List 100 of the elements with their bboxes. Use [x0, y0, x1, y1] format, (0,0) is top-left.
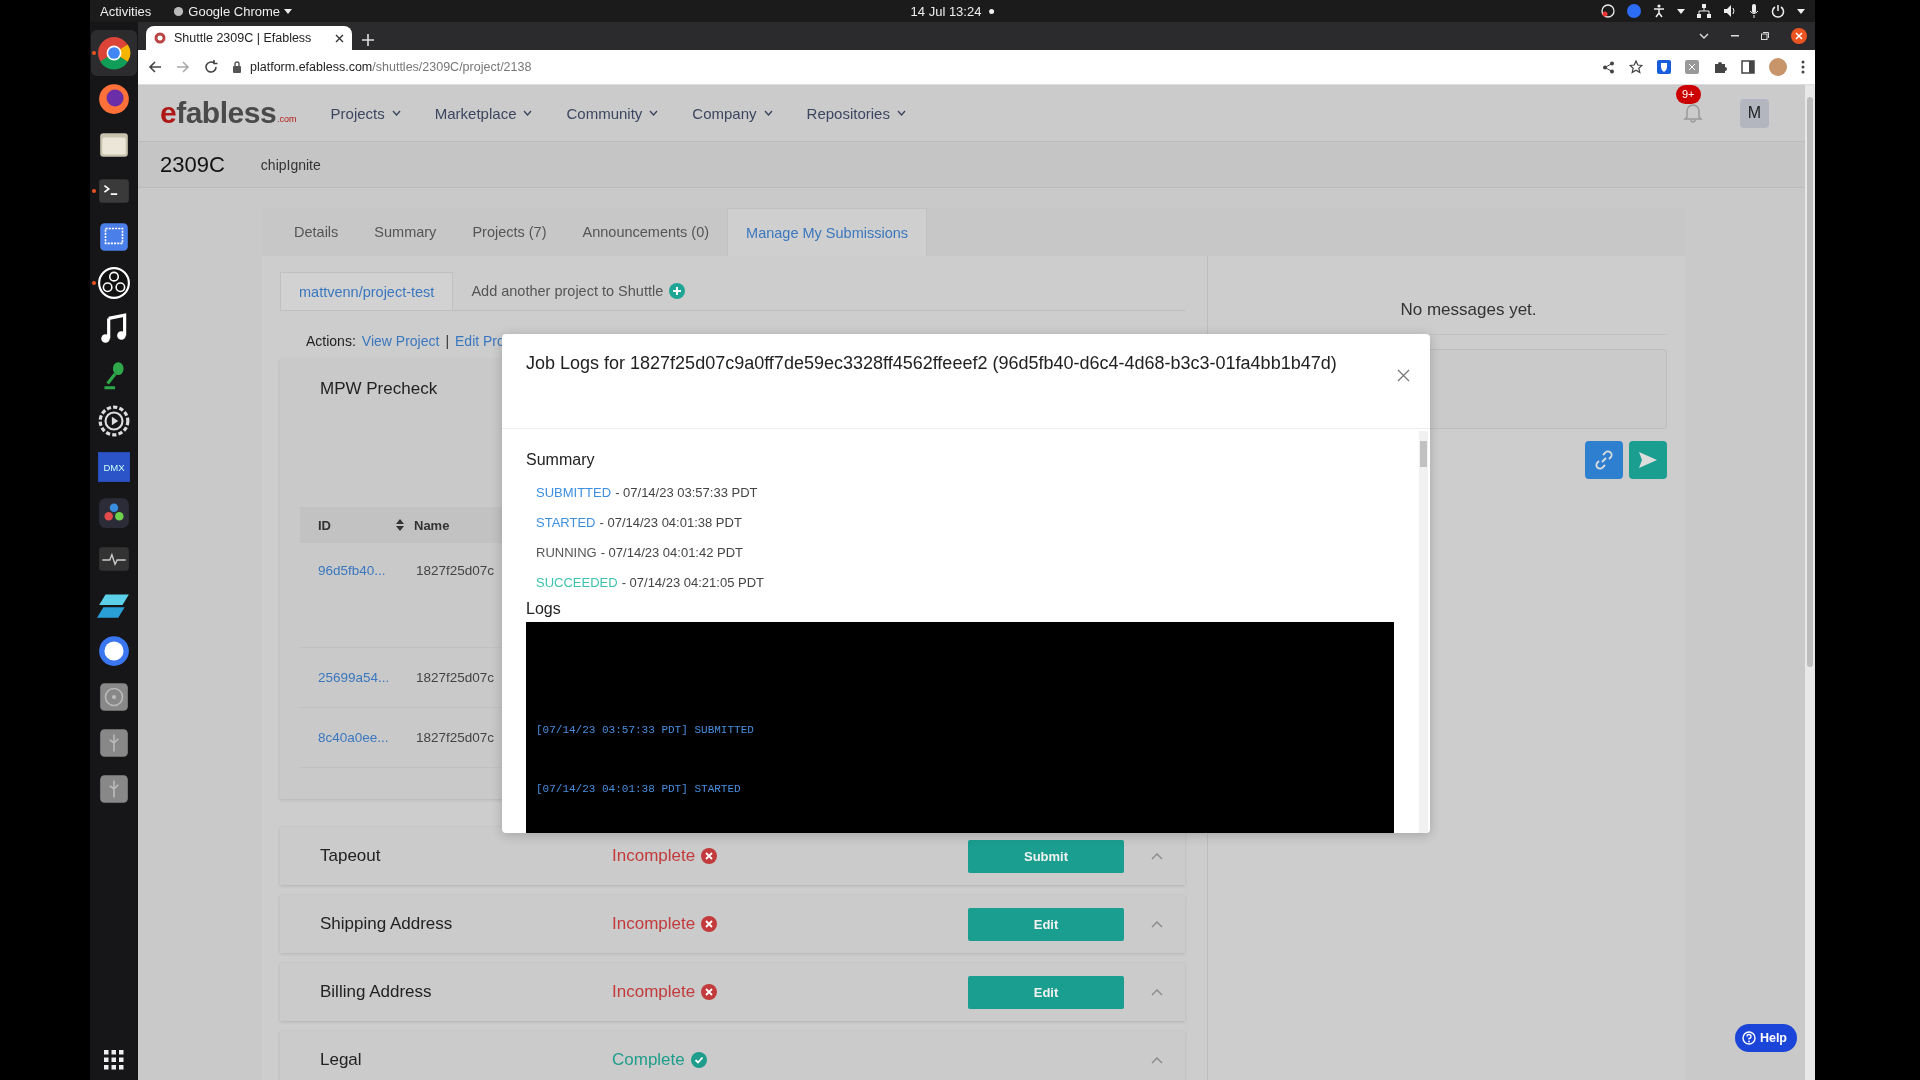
status-time: - 07/14/23 03:57:33 PDT [615, 484, 758, 500]
back-icon[interactable] [148, 60, 162, 74]
share-icon[interactable] [1602, 60, 1615, 74]
sort-icon[interactable] [396, 519, 404, 531]
project-tab[interactable]: mattvenn/project-test [280, 272, 454, 310]
summary-heading: Summary [526, 451, 596, 469]
status-time: - 07/14/23 04:21:05 PDT [621, 574, 764, 590]
clock[interactable]: 14 Jul 13:24 [910, 3, 982, 19]
nav-menu[interactable]: Company [692, 104, 773, 122]
profile-avatar[interactable] [1769, 58, 1787, 76]
section-title: Legal [319, 1050, 363, 1070]
section-action-button[interactable]: Submit [968, 839, 1124, 873]
lock-icon [232, 61, 242, 73]
minimize-icon[interactable] [1731, 35, 1739, 37]
notification-dot [989, 8, 995, 14]
nav-menu[interactable]: Marketplace [434, 104, 533, 122]
tab[interactable]: Summary [356, 208, 455, 256]
caret-icon[interactable] [1677, 8, 1685, 14]
id-link[interactable]: 8c40a0ee... [300, 730, 396, 745]
project-tab[interactable]: Add another project to Shuttle [453, 272, 704, 310]
plus-circle-icon [669, 283, 686, 299]
app-icon [97, 266, 131, 300]
column-header[interactable]: Name [414, 517, 450, 533]
section-action-button[interactable]: Edit [968, 975, 1124, 1009]
app-grid-icon[interactable] [104, 1050, 124, 1070]
app-icon [97, 36, 131, 70]
app-icon [173, 5, 185, 17]
network-icon[interactable] [1697, 4, 1711, 18]
side-panel-icon[interactable] [1741, 60, 1755, 74]
status-label: Incomplete [612, 914, 968, 934]
close-icon[interactable] [1791, 28, 1807, 44]
browser-tab[interactable]: Shuttle 2309C | Efabless [146, 26, 352, 50]
volume-icon[interactable] [1723, 4, 1737, 18]
caret-icon [763, 110, 773, 116]
close-icon[interactable] [335, 33, 344, 43]
attach-button[interactable] [1585, 441, 1623, 479]
user-avatar[interactable]: M [1740, 98, 1769, 128]
section-title: Billing Address [319, 982, 433, 1002]
app-icon [97, 82, 131, 116]
id-link[interactable]: 96d5fb40... [300, 563, 396, 578]
send-icon [1638, 451, 1658, 469]
app-icon [97, 680, 131, 714]
close-button[interactable] [1397, 368, 1410, 382]
reload-icon[interactable] [204, 60, 218, 74]
scrollbar[interactable] [1419, 431, 1428, 833]
section-title: Tapeout [319, 846, 382, 866]
section-title: Shipping Address [319, 914, 454, 934]
actions-label: Actions: [306, 333, 356, 349]
puzzle-icon[interactable] [1713, 60, 1727, 74]
app-menu[interactable]: Google Chrome [173, 3, 293, 19]
restore-icon[interactable] [1761, 32, 1769, 40]
nav-menu[interactable]: Community [566, 104, 659, 122]
app-icon [97, 726, 131, 760]
log-line: [07/14/23 04:01:38 PDT] STARTED [536, 783, 741, 795]
microphone-icon[interactable] [1749, 4, 1759, 18]
error-circle-icon [701, 916, 718, 932]
status-label: SUBMITTED [536, 484, 612, 500]
shuttle-program: chipIgnite [260, 156, 321, 173]
record-icon[interactable] [1601, 4, 1615, 18]
caret-icon[interactable] [1699, 33, 1709, 39]
star-icon[interactable] [1629, 60, 1643, 74]
dock-app-button[interactable] [91, 30, 137, 76]
tab[interactable]: Announcements (0) [564, 208, 728, 256]
table-cell: 1827f25d07c [416, 730, 495, 745]
dialog-title: Job Logs for 1827f25d07c9a0ff7de59ec3328ff4562ffeeef2 (96d5fb40-d6c4-4d68-b3c3-01fa4bb1b47d) [526, 352, 1338, 375]
caret-icon [284, 8, 293, 14]
tab[interactable]: Details [276, 208, 357, 256]
dock-app-button[interactable]: DMX [91, 444, 137, 490]
site-favicon-icon [154, 32, 166, 44]
accessibility-icon[interactable] [1653, 4, 1665, 18]
tab[interactable]: Projects (7) [454, 208, 565, 256]
status-label: STARTED [536, 514, 596, 530]
caret-icon [523, 110, 533, 116]
status-label: SUCCEEDED [536, 574, 618, 590]
link-icon [1594, 450, 1614, 470]
extension-icon[interactable] [1685, 60, 1699, 74]
caret-icon[interactable] [1797, 8, 1805, 14]
section-action-button[interactable]: Edit [968, 907, 1124, 941]
app-icon [97, 404, 131, 438]
help-button[interactable]: Help [1734, 1024, 1797, 1052]
table-cell: 1827f25d07c [416, 670, 495, 685]
id-link[interactable]: 25699a54... [300, 670, 396, 685]
action-link[interactable]: View Project [361, 333, 440, 349]
page-scrollbar[interactable] [1805, 85, 1815, 1080]
more-icon[interactable] [1801, 60, 1805, 74]
nav-menu[interactable]: Projects [330, 104, 401, 122]
column-header[interactable]: ID [300, 517, 396, 533]
tab[interactable]: Manage My Submissions [727, 208, 928, 256]
status-label: Incomplete [612, 846, 968, 866]
power-icon[interactable] [1771, 4, 1785, 18]
caret-icon [649, 110, 659, 116]
bell-icon[interactable] [1682, 101, 1704, 123]
shield-icon[interactable] [1657, 60, 1671, 74]
site-logo[interactable]: efabless.com [160, 96, 297, 130]
nav-menu[interactable]: Repositories [806, 104, 906, 122]
log-line: [07/14/23 03:57:33 PDT] SUBMITTED [536, 724, 754, 736]
caret-icon [896, 110, 906, 116]
new-tab-icon[interactable] [362, 34, 374, 46]
video-call-icon[interactable] [1627, 4, 1641, 18]
activities-button[interactable]: Activities [100, 3, 152, 19]
